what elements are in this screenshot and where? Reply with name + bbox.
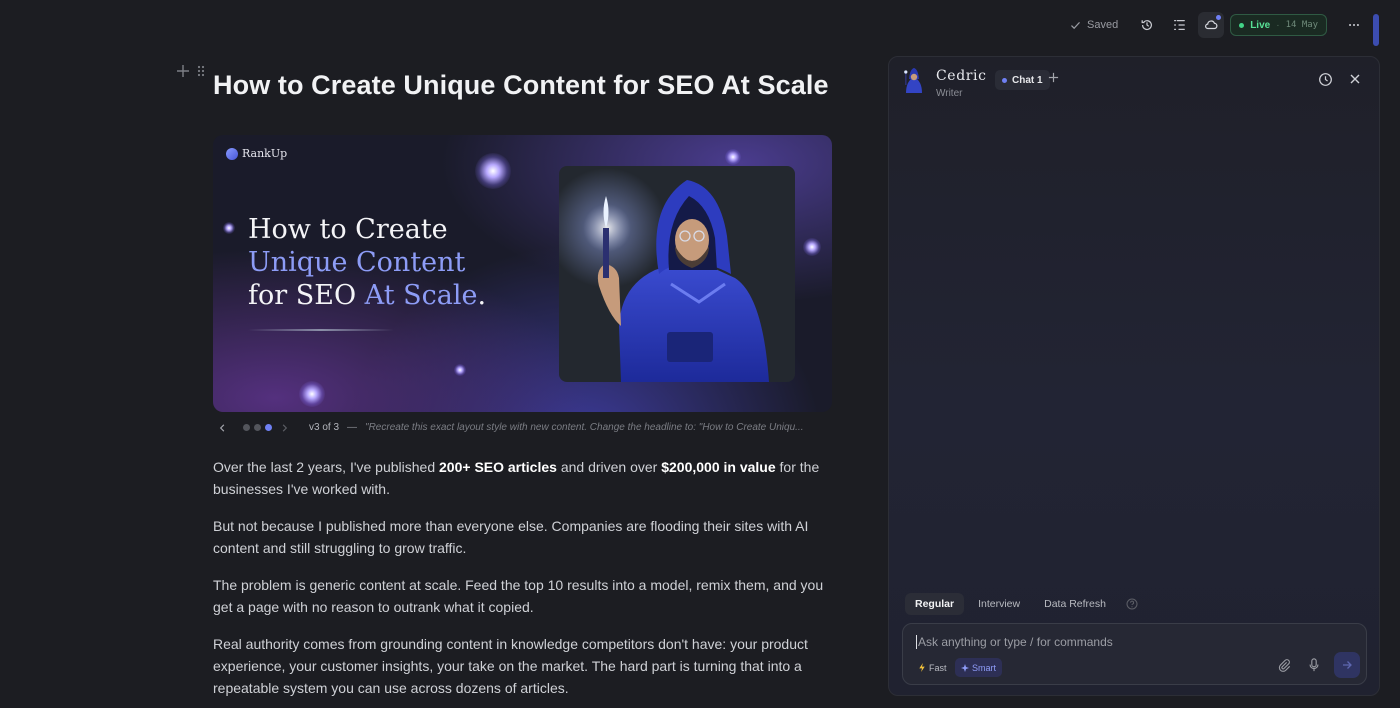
message-input[interactable] <box>916 635 1276 649</box>
saved-label: Saved <box>1087 19 1119 31</box>
close-panel-button[interactable] <box>1349 73 1361 85</box>
rankup-logo-icon <box>226 147 238 160</box>
hero-line-3: for SEO At Scale. <box>248 279 486 312</box>
block-handles <box>176 64 206 78</box>
smart-label: Smart <box>972 662 997 673</box>
chevron-right-icon[interactable] <box>280 423 289 433</box>
wizard-illustration-icon <box>559 168 769 382</box>
paragraph: But not because I published more than ev… <box>213 517 809 557</box>
agent-role: Writer <box>936 88 963 99</box>
carousel-dot-active[interactable] <box>265 424 272 431</box>
fast-mode-chip[interactable]: Fast <box>912 658 953 677</box>
help-icon[interactable] <box>1126 598 1138 610</box>
text-run: Over the last 2 years, I've published <box>213 459 440 475</box>
live-date: 14 May <box>1285 20 1319 30</box>
paperclip-icon <box>1278 659 1291 672</box>
wizard-avatar-icon <box>904 68 922 93</box>
sparkle-icon <box>725 149 741 165</box>
wizard-illustration <box>559 166 795 382</box>
sparkle-icon <box>223 222 235 234</box>
outline-button[interactable] <box>1166 12 1192 38</box>
hero-line-3b: At Scale <box>364 280 478 311</box>
live-dot-icon <box>1239 22 1245 28</box>
hero-line-2: Unique Content <box>248 247 466 278</box>
sparkle-icon <box>961 663 969 672</box>
new-chat-button[interactable] <box>1048 72 1059 83</box>
more-options-button[interactable] <box>1341 12 1367 38</box>
chat-panel: Cedric Writer Chat 1 Regular Interview D… <box>888 56 1380 696</box>
send-button[interactable] <box>1334 652 1360 678</box>
version-prompt: "Recreate this exact layout style with n… <box>365 422 804 433</box>
live-status-badge[interactable]: Live · 14 May <box>1230 14 1328 36</box>
version-label: v3 of 3 <box>309 422 340 433</box>
more-icon <box>1349 23 1360 27</box>
live-label: Live <box>1250 19 1271 31</box>
paragraph: Real authority comes from grounding cont… <box>213 635 808 697</box>
add-block-icon[interactable] <box>176 64 190 78</box>
plus-icon <box>1048 72 1059 83</box>
bold-text: $200,000 in value <box>661 459 776 475</box>
live-separator: · <box>1276 19 1280 31</box>
document-title[interactable]: How to Create Unique Content for SEO At … <box>213 70 829 101</box>
chat-history-button[interactable] <box>1318 72 1333 87</box>
version-separator: — <box>347 422 358 433</box>
carousel-dots <box>243 424 272 431</box>
image-version-carousel: v3 of 3 — "Recreate this exact layout st… <box>218 422 803 433</box>
mode-tabs: Regular Interview Data Refresh <box>905 593 1138 615</box>
sparkle-icon <box>803 238 821 256</box>
hero-divider <box>248 329 394 331</box>
hero-logo-text: RankUp <box>242 147 288 160</box>
voice-input-button[interactable] <box>1308 658 1320 672</box>
sparkle-icon <box>454 364 466 376</box>
paragraph: Over the last 2 years, I've published 20… <box>213 456 838 500</box>
clock-icon <box>1319 73 1332 86</box>
hero-line-3a: for SEO <box>248 280 365 311</box>
bold-text: 200+ SEO articles <box>439 459 557 475</box>
hero-headline: How to Create Unique Content for SEO At … <box>248 213 486 312</box>
sync-icon <box>1205 20 1218 30</box>
agent-name: Cedric <box>936 68 987 84</box>
tab-chat-1[interactable]: Chat 1 <box>995 70 1050 90</box>
history-icon <box>1141 20 1153 31</box>
carousel-dot[interactable] <box>254 424 261 431</box>
check-icon <box>1071 21 1080 29</box>
avatar <box>902 67 926 93</box>
fast-label: Fast <box>929 662 947 673</box>
chevron-left-icon[interactable] <box>218 423 227 433</box>
hero-image[interactable]: RankUp How to Create Unique Content for … <box>213 135 832 412</box>
sync-button[interactable] <box>1198 12 1225 38</box>
hero-line-3c: . <box>477 280 487 311</box>
arrow-right-icon <box>1343 661 1352 669</box>
article-body[interactable]: Over the last 2 years, I've published 20… <box>213 456 838 708</box>
carousel-dot[interactable] <box>243 424 250 431</box>
hero-line-1: How to Create <box>248 214 448 245</box>
paragraph: The problem is generic content at scale.… <box>213 576 824 616</box>
version-history-button[interactable] <box>1134 12 1160 38</box>
sparkle-icon <box>475 153 511 189</box>
text-run: and driven over <box>556 459 662 475</box>
lightning-icon <box>919 663 925 672</box>
save-status: Saved <box>1052 11 1128 39</box>
chat-tab-label: Chat 1 <box>1012 74 1043 86</box>
drag-handle-icon[interactable] <box>196 64 206 78</box>
tab-data-refresh[interactable]: Data Refresh <box>1034 593 1116 615</box>
hero-logo: RankUp <box>226 147 287 160</box>
tab-regular[interactable]: Regular <box>905 593 965 615</box>
microphone-icon <box>1309 658 1319 672</box>
smart-mode-chip[interactable]: Smart <box>955 658 1003 677</box>
sparkle-icon <box>299 381 325 407</box>
tab-interview[interactable]: Interview <box>968 593 1030 615</box>
top-toolbar: Saved Live · 14 May <box>1052 10 1367 40</box>
attach-button[interactable] <box>1277 658 1291 672</box>
close-icon <box>1350 74 1360 84</box>
scrollbar-thumb[interactable] <box>1373 14 1379 46</box>
outline-icon <box>1174 20 1186 30</box>
message-composer: Fast Smart <box>902 623 1367 685</box>
chat-tab-dot-icon <box>1002 77 1007 83</box>
